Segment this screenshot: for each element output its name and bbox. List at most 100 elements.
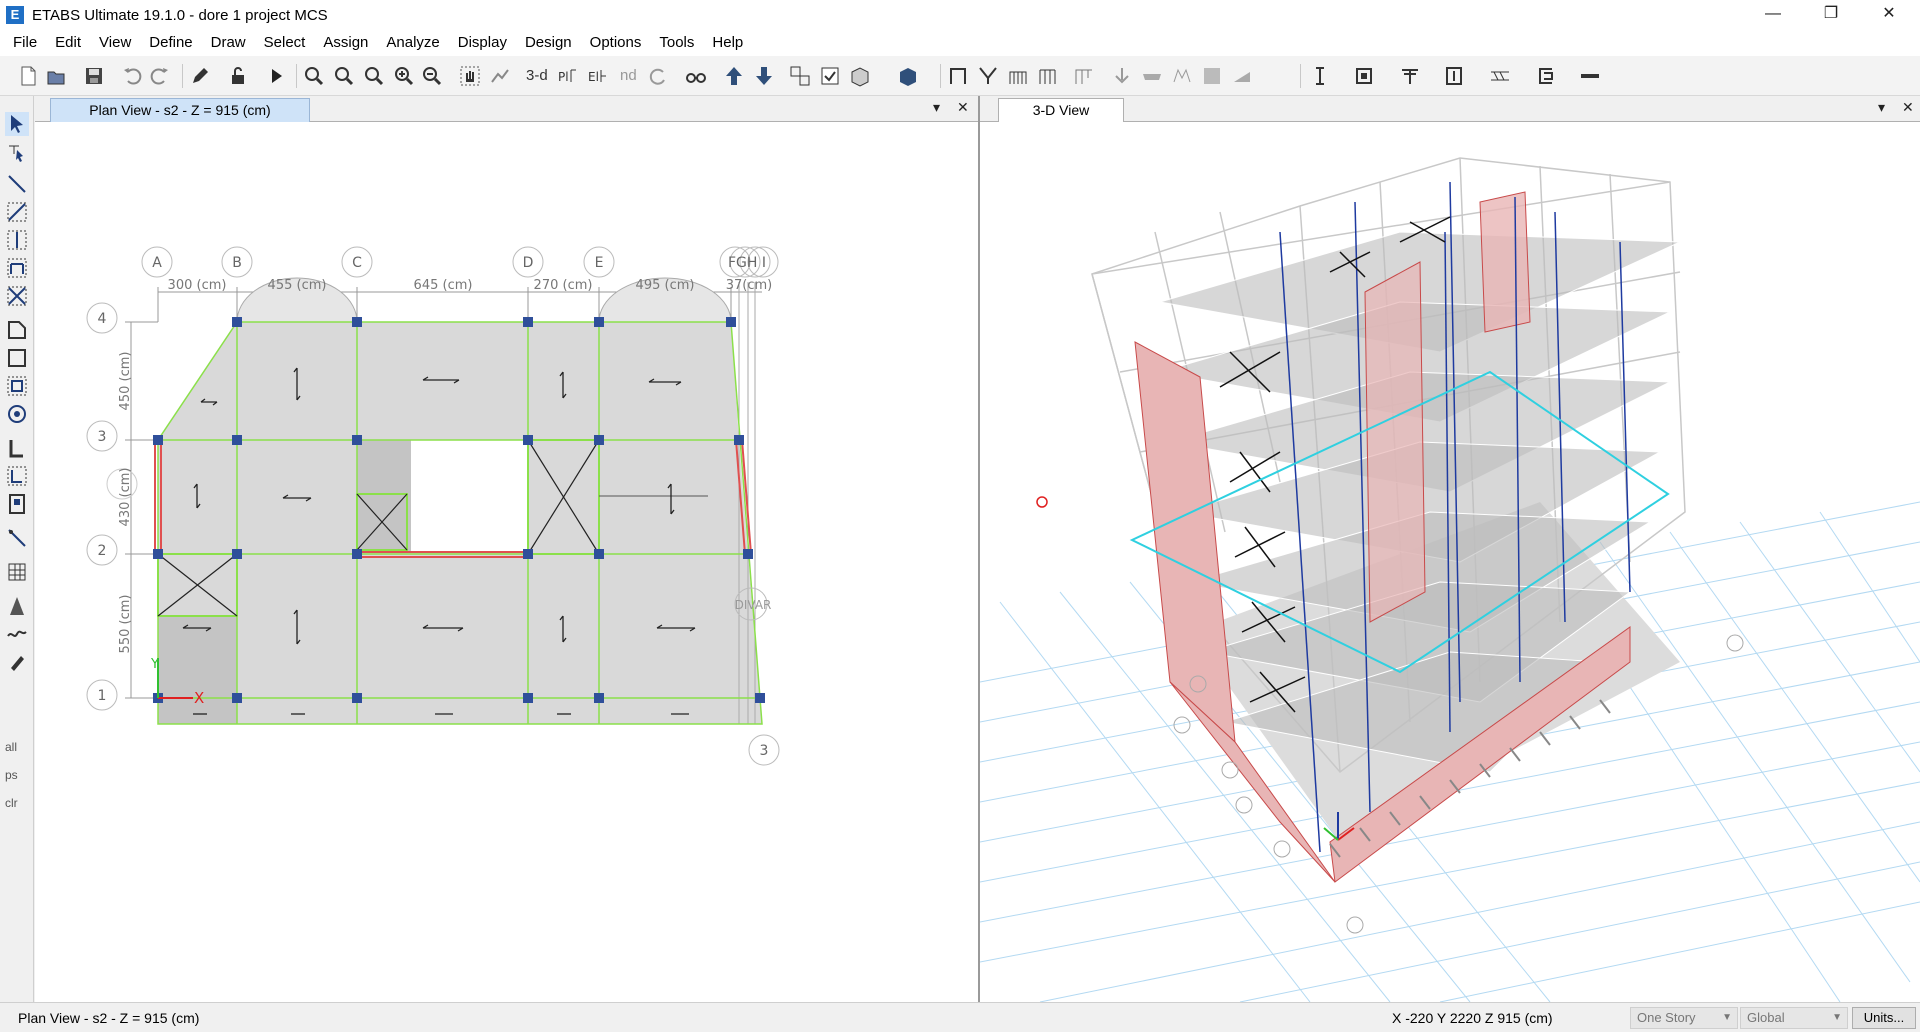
zoom-in-icon[interactable] (392, 64, 416, 88)
3d-view-canvas[interactable] (980, 122, 1920, 1002)
menu-design[interactable]: Design (516, 30, 581, 56)
draw-area-icon[interactable] (5, 318, 29, 342)
draw-circle-area-icon[interactable] (5, 402, 29, 426)
draw-brace-region-icon[interactable] (5, 284, 29, 308)
previous-selection-button[interactable]: ps (5, 768, 18, 782)
wall-pier-icon[interactable] (1488, 64, 1512, 88)
set-display-options-icon[interactable] (818, 64, 842, 88)
draw-beam-icon[interactable] (1006, 64, 1030, 88)
extrude-view-icon[interactable] (896, 64, 920, 88)
close-window-button[interactable]: ✕ (1860, 0, 1918, 30)
pan-hand-icon[interactable] (458, 64, 482, 88)
dim-y-32: 430 (cm) (118, 468, 133, 527)
draw-link-icon[interactable] (5, 526, 29, 550)
menu-file[interactable]: File (4, 30, 46, 56)
window-title: ETABS Ultimate 19.1.0 - dore 1 project M… (32, 6, 328, 24)
spandrel-icon[interactable] (1534, 64, 1558, 88)
move-up-icon[interactable] (722, 64, 746, 88)
menu-draw[interactable]: Draw (202, 30, 255, 56)
i-section-icon[interactable] (1442, 64, 1466, 88)
new-model-icon[interactable] (16, 64, 40, 88)
building-view-options-icon[interactable] (848, 64, 872, 88)
view-3d-button[interactable]: 3-d (526, 67, 548, 84)
draw-secondary-beam-icon[interactable] (1072, 64, 1096, 88)
zoom-out-icon[interactable] (420, 64, 444, 88)
draw-opening-icon[interactable] (1200, 64, 1224, 88)
draw-wall-icon[interactable] (5, 436, 29, 460)
dim-x-bc: 455 (cm) (268, 278, 327, 293)
plan-view-icon[interactable]: Pl (556, 64, 580, 88)
undo-icon[interactable] (120, 64, 144, 88)
menu-define[interactable]: Define (140, 30, 201, 56)
close-icon[interactable]: ✕ (1902, 99, 1914, 116)
select-pointer-icon[interactable] (5, 112, 29, 136)
save-icon[interactable] (82, 64, 106, 88)
redo-icon[interactable] (148, 64, 172, 88)
select-all-button[interactable]: all (5, 740, 17, 754)
draw-beam-region-icon[interactable] (5, 256, 29, 280)
chevron-down-icon[interactable]: ▾ (1878, 99, 1885, 116)
chevron-down-icon[interactable]: ▾ (933, 99, 940, 116)
draw-reference-point-icon[interactable] (5, 650, 29, 674)
draw-floor-icon[interactable] (1140, 64, 1164, 88)
draw-wall-opening-icon[interactable] (5, 492, 29, 516)
restore-button[interactable]: ❐ (1802, 0, 1860, 30)
quick-draw-area-icon[interactable] (5, 374, 29, 398)
menu-display[interactable]: Display (449, 30, 516, 56)
open-model-icon[interactable] (44, 64, 68, 88)
grid-bubbles-x[interactable]: A B C D E FGH I (141, 246, 779, 278)
zoom-extents-icon[interactable] (362, 64, 386, 88)
perspective-icon[interactable] (684, 64, 708, 88)
draw-frame-icon[interactable] (946, 64, 970, 88)
draw-line-region-icon[interactable] (5, 200, 29, 224)
3d-view-tab[interactable]: 3-D View (998, 98, 1124, 122)
draw-brace-icon[interactable] (976, 64, 1000, 88)
menu-help[interactable]: Help (703, 30, 752, 56)
menu-tools[interactable]: Tools (650, 30, 703, 56)
draw-line-icon[interactable] (5, 172, 29, 196)
run-analysis-icon[interactable] (264, 64, 288, 88)
draw-column-icon[interactable] (1036, 64, 1060, 88)
line-style-icon[interactable] (1578, 64, 1602, 88)
lock-icon[interactable] (226, 64, 250, 88)
draw-section-cut-icon[interactable] (5, 594, 29, 618)
menu-assign[interactable]: Assign (314, 30, 377, 56)
quick-draw-wall-icon[interactable] (5, 464, 29, 488)
reshape-icon[interactable] (5, 140, 29, 164)
measure-icon[interactable] (488, 64, 512, 88)
draw-rectangle-area-icon[interactable] (5, 346, 29, 370)
edit-pencil-icon[interactable] (188, 64, 212, 88)
draw-dimension-icon[interactable] (5, 622, 29, 646)
clear-selection-button[interactable]: clr (5, 796, 18, 810)
draw-column-region-icon[interactable] (5, 228, 29, 252)
move-down-icon[interactable] (752, 64, 776, 88)
grid-bubble-d: D (523, 255, 534, 271)
elevation-view-icon[interactable]: El (586, 64, 610, 88)
units-button[interactable]: Units... (1852, 1007, 1916, 1029)
rotate-icon[interactable] (646, 64, 670, 88)
grid-bubble-3: 3 (98, 429, 107, 445)
minimize-button[interactable]: — (1744, 0, 1802, 30)
menu-edit[interactable]: Edit (46, 30, 90, 56)
nd-view-button[interactable]: nd (620, 67, 637, 84)
t-section-icon[interactable] (1398, 64, 1422, 88)
plan-view-tab[interactable]: Plan View - s2 - Z = 915 (cm) (50, 98, 310, 122)
zoom-window-icon[interactable] (302, 64, 326, 88)
menu-select[interactable]: Select (255, 30, 315, 56)
frame-release-icon[interactable] (1352, 64, 1376, 88)
shaft-opening (411, 440, 528, 552)
frame-section-icon[interactable] (1308, 64, 1332, 88)
menu-analyze[interactable]: Analyze (377, 30, 448, 56)
draw-grid-icon[interactable] (5, 560, 29, 584)
close-icon[interactable]: ✕ (957, 99, 969, 116)
menu-options[interactable]: Options (581, 30, 651, 56)
plan-view-canvas[interactable]: X Y A B C D E FGH I 4 3 2 1 3 DIVAR 300 … (35, 122, 978, 1002)
draw-wall-icon[interactable] (1170, 64, 1194, 88)
zoom-previous-icon[interactable] (332, 64, 356, 88)
draw-ramp-icon[interactable] (1230, 64, 1254, 88)
coord-system-select[interactable]: Global ▼ (1740, 1007, 1848, 1029)
story-option-select[interactable]: One Story ▼ (1630, 1007, 1738, 1029)
object-shrink-icon[interactable] (788, 64, 812, 88)
draw-point-icon[interactable] (1110, 64, 1134, 88)
menu-view[interactable]: View (90, 30, 140, 56)
